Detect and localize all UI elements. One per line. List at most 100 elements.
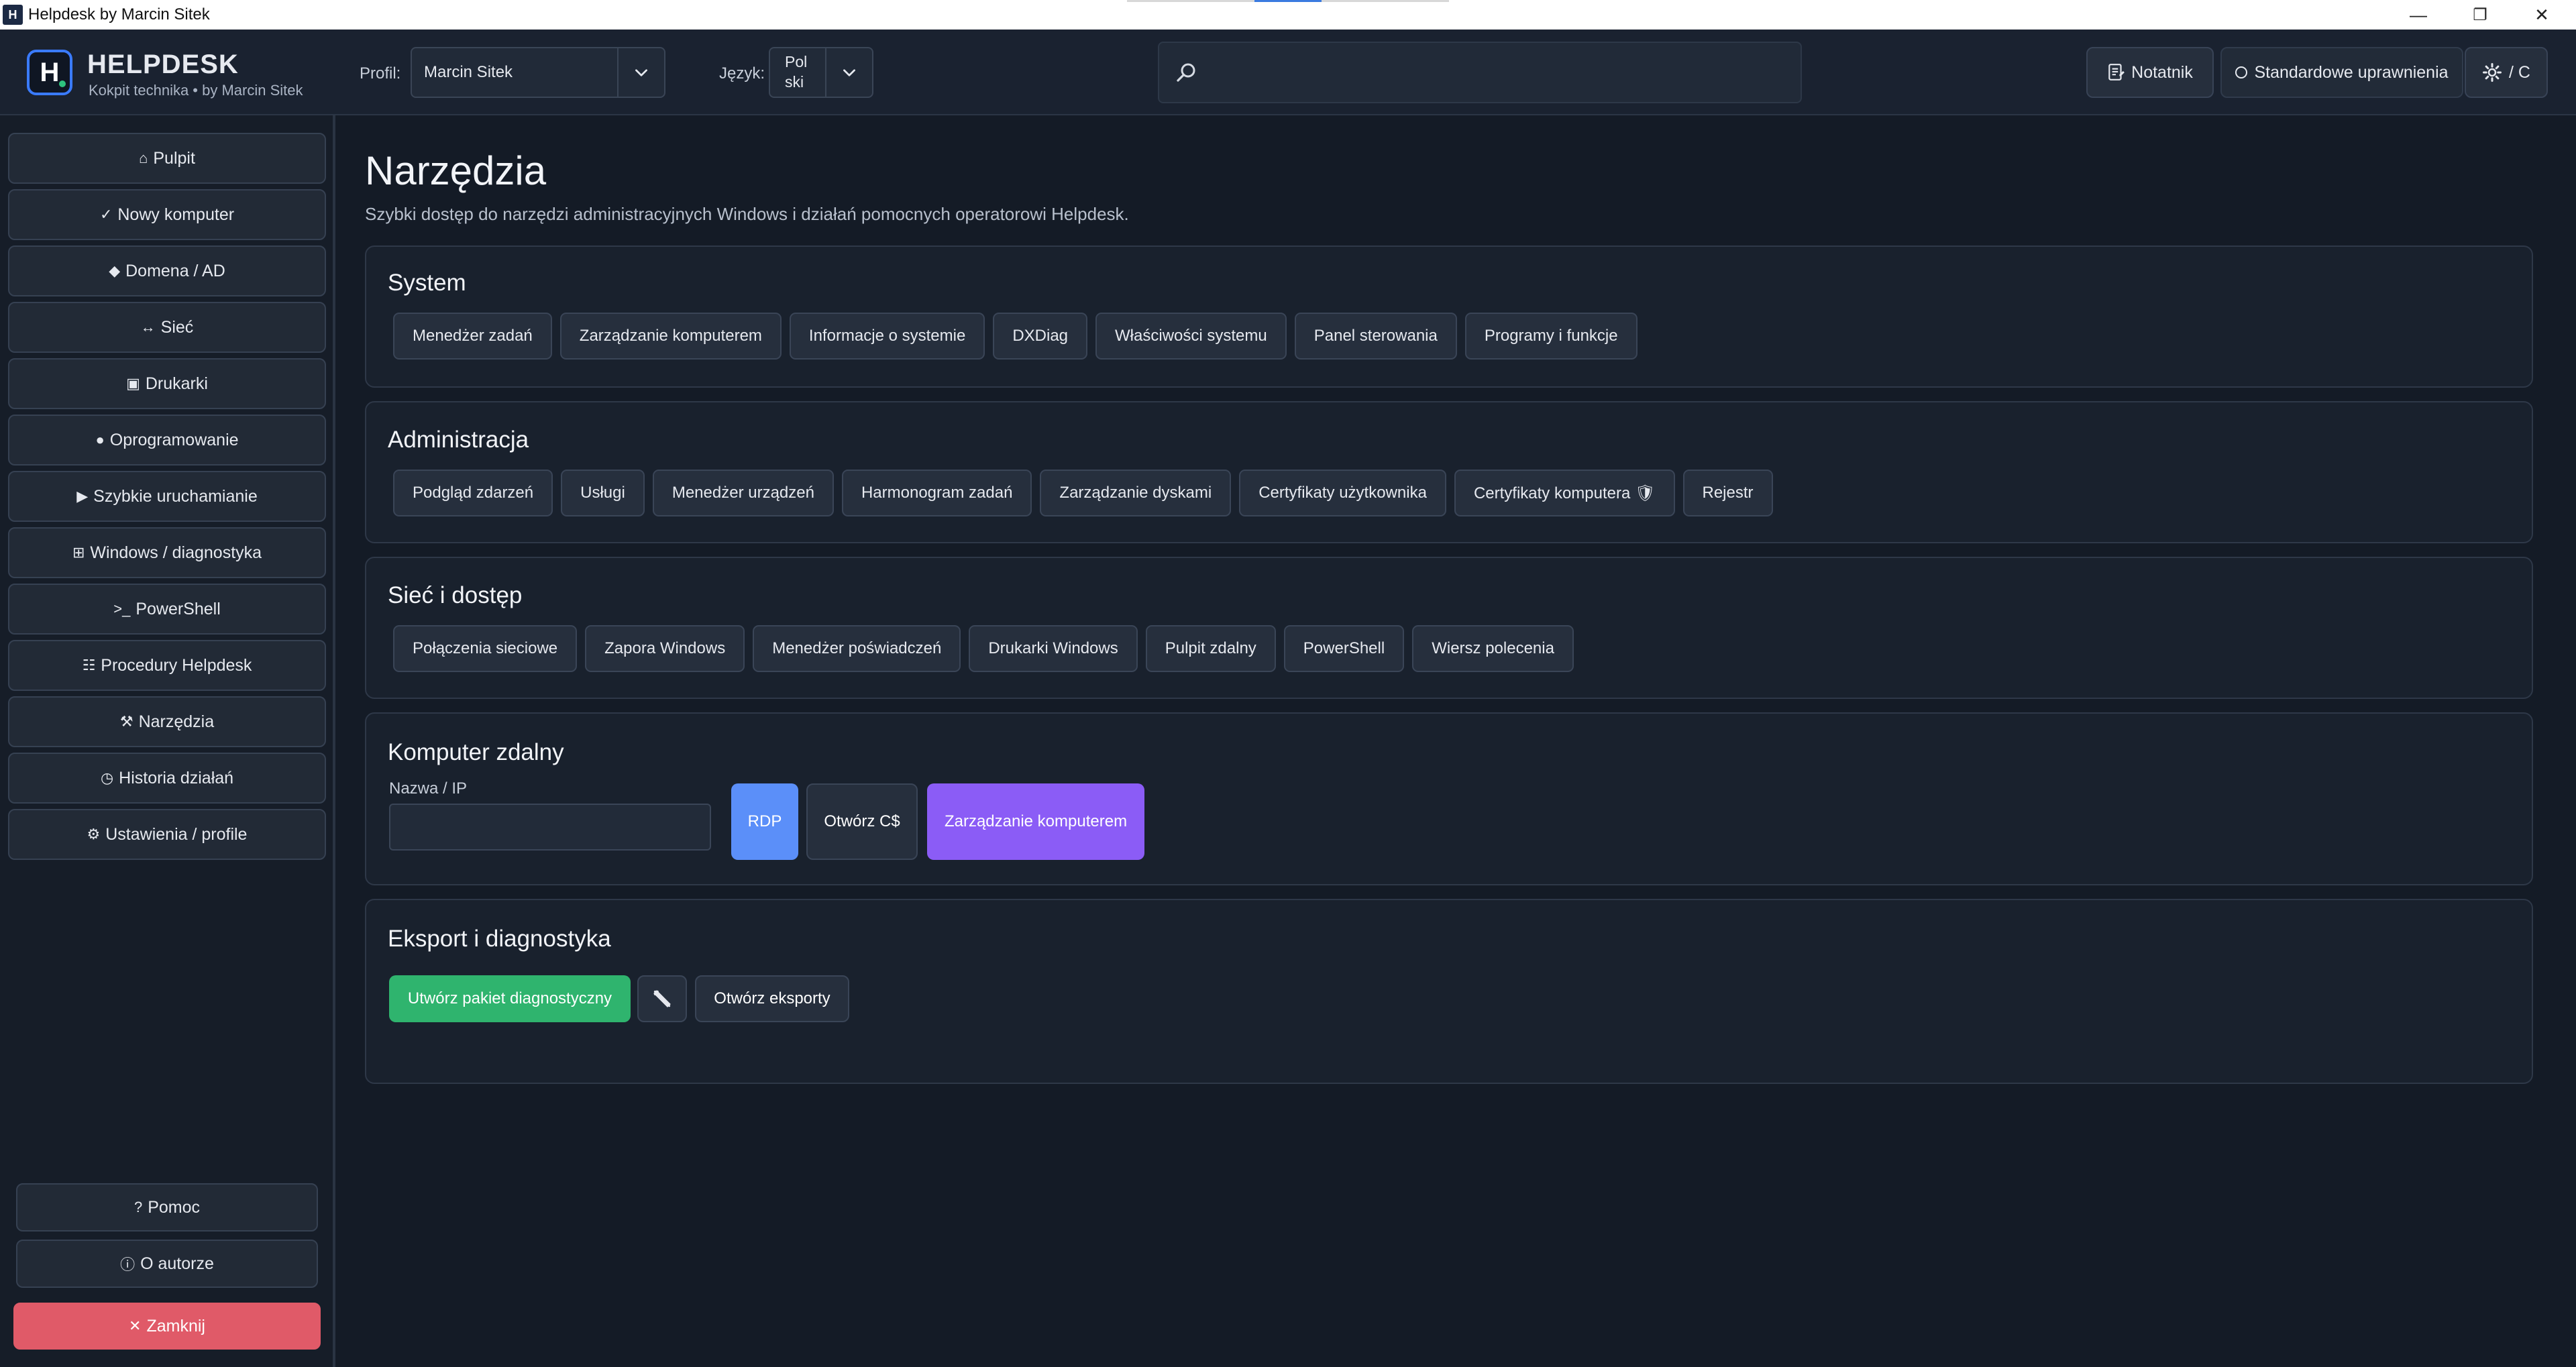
pencil-icon — [653, 990, 671, 1007]
theme-label: / C — [2509, 62, 2530, 82]
host-input[interactable] — [389, 804, 711, 851]
search-box[interactable] — [1158, 42, 1802, 103]
notepad-button[interactable]: Notatnik — [2086, 47, 2214, 98]
device-manager-button[interactable]: Menedżer urządzeń — [652, 470, 834, 516]
arrows-icon: ↔ — [140, 319, 156, 335]
sidebar-item-new-computer[interactable]: ✓ Nowy komputer — [8, 189, 326, 240]
sidebar-item-quick-launch[interactable]: ▶ Szybkie uruchamianie — [8, 471, 326, 522]
brand-title: HELPDESK — [87, 50, 239, 79]
gear-icon: ⚙ — [87, 826, 101, 842]
gear-icon — [2483, 63, 2502, 82]
chevron-down-icon — [825, 48, 872, 97]
host-field-label: Nazwa / IP — [389, 779, 468, 798]
app-icon: H — [3, 5, 23, 25]
section-title: Komputer zdalny — [388, 739, 564, 765]
task-scheduler-button[interactable]: Harmonogram zadań — [841, 470, 1032, 516]
info-icon: ⓘ — [120, 1256, 136, 1273]
rdp-button[interactable]: RDP — [731, 783, 798, 860]
play-icon: ▶ — [76, 488, 89, 504]
section-title: Sieć i dostęp — [388, 582, 523, 608]
profile-value: Marcin Sitek — [424, 63, 513, 82]
diamond-icon: ◆ — [109, 262, 121, 279]
window-title: Helpdesk by Marcin Sitek — [28, 5, 210, 23]
windows-firewall-button[interactable]: Zapora Windows — [585, 625, 745, 672]
services-button[interactable]: Usługi — [561, 470, 645, 516]
page-subtitle: Szybki dostęp do narzędzi administracyjn… — [365, 204, 1129, 224]
circle-icon — [2235, 66, 2248, 78]
create-diagnostic-package-button[interactable]: Utwórz pakiet diagnostyczny — [389, 975, 631, 1022]
notepad-label: Notatnik — [2131, 62, 2193, 82]
computer-management-button[interactable]: Zarządzanie komputerem — [559, 313, 782, 360]
sidebar-item-procedures[interactable]: ☷ Procedury Helpdesk — [8, 640, 326, 691]
dot-icon: ● — [95, 431, 105, 448]
sidebar-item-tools[interactable]: ⚒ Narzędzia — [8, 696, 326, 747]
permissions-label: Standardowe uprawnienia — [2254, 62, 2449, 82]
sidebar-item-pulpit[interactable]: ⌂ Pulpit — [8, 133, 326, 184]
chevron-down-icon — [617, 48, 664, 97]
language-label: Język: — [719, 64, 765, 83]
language-value: Pol ski — [785, 53, 808, 91]
powershell-button[interactable]: PowerShell — [1283, 625, 1405, 672]
search-input[interactable] — [1206, 50, 1783, 95]
edit-button[interactable] — [637, 975, 687, 1022]
sidebar-item-software[interactable]: ● Oprogramowanie — [8, 415, 326, 466]
profile-select[interactable]: Marcin Sitek — [411, 47, 665, 98]
minimize-button[interactable]: — — [2388, 0, 2449, 30]
sidebar-item-domain[interactable]: ◆ Domena / AD — [8, 245, 326, 296]
window-titlebar: H Helpdesk by Marcin Sitek — ❐ ✕ — [0, 0, 2576, 30]
sidebar-item-history[interactable]: ◷ Historia działań — [8, 753, 326, 804]
section-title: System — [388, 270, 466, 296]
command-prompt-button[interactable]: Wiersz polecenia — [1412, 625, 1574, 672]
sidebar-item-windows-diagnostics[interactable]: ⊞ Windows / diagnostyka — [8, 527, 326, 578]
exit-button[interactable]: ✕ Zamknij — [13, 1303, 321, 1350]
close-icon: ✕ — [129, 1317, 142, 1334]
check-icon: ✓ — [99, 206, 113, 223]
page-title: Narzędzia — [365, 148, 547, 193]
network-connections-button[interactable]: Połączenia sieciowe — [393, 625, 578, 672]
remote-desktop-button[interactable]: Pulpit zdalny — [1145, 625, 1276, 672]
brand-subtitle: Kokpit technika • by Marcin Sitek — [89, 82, 303, 99]
notepad-icon — [2108, 64, 2125, 80]
user-certificates-button[interactable]: Certyfikaty użytkownika — [1239, 470, 1446, 516]
sidebar-item-powershell[interactable]: >_ PowerShell — [8, 584, 326, 635]
credential-manager-button[interactable]: Menedżer poświadczeń — [753, 625, 961, 672]
section-remote-computer: Komputer zdalny Nazwa / IP RDP Otwórz C$… — [365, 712, 2533, 885]
language-select[interactable]: Pol ski — [769, 47, 873, 98]
open-c-share-button[interactable]: Otwórz C$ — [806, 783, 918, 860]
task-manager-button[interactable]: Menedżer zadań — [393, 313, 552, 360]
remote-computer-management-button[interactable]: Zarządzanie komputerem — [927, 783, 1144, 860]
about-button[interactable]: ⓘ O autorze — [16, 1240, 318, 1288]
sidebar-item-network[interactable]: ↔ Sieć — [8, 302, 326, 353]
list-icon: ☷ — [82, 657, 96, 673]
section-system: System Menedżer zadań Zarządzanie komput… — [365, 245, 2533, 388]
tools-icon: ⚒ — [119, 713, 133, 730]
printer-icon: ▣ — [126, 375, 140, 392]
control-panel-button[interactable]: Panel sterowania — [1294, 313, 1457, 360]
sidebar-item-printers[interactable]: ▣ Drukarki — [8, 358, 326, 409]
clock-icon: ◷ — [100, 769, 114, 786]
restore-button[interactable]: ❐ — [2450, 0, 2510, 30]
computer-certificates-button[interactable]: Certyfikaty komputera 🛡 — [1454, 470, 1675, 516]
close-window-button[interactable]: ✕ — [2512, 0, 2572, 30]
dxdiag-button[interactable]: DXDiag — [993, 313, 1088, 360]
windows-icon: ⊞ — [72, 544, 85, 561]
open-exports-button[interactable]: Otwórz eksporty — [695, 975, 849, 1022]
home-icon: ⌂ — [139, 150, 148, 166]
event-viewer-button[interactable]: Podgląd zdarzeń — [393, 470, 553, 516]
help-icon: ? — [133, 1199, 143, 1215]
section-export-diagnostics: Eksport i diagnostyka Utwórz pakiet diag… — [365, 899, 2533, 1084]
search-icon — [1177, 63, 1195, 82]
programs-features-button[interactable]: Programy i funkcje — [1464, 313, 1638, 360]
terminal-icon: >_ — [113, 600, 131, 617]
windows-printers-button[interactable]: Drukarki Windows — [969, 625, 1138, 672]
title-progress-strip — [1127, 0, 1449, 2]
registry-button[interactable]: Rejestr — [1682, 470, 1773, 516]
section-administration: Administracja Podgląd zdarzeń Usługi Men… — [365, 401, 2533, 543]
profile-label: Profil: — [360, 64, 401, 83]
sidebar-item-settings[interactable]: ⚙ Ustawienia / profile — [8, 809, 326, 860]
help-button[interactable]: ? Pomoc — [16, 1183, 318, 1232]
system-properties-button[interactable]: Właściwości systemu — [1095, 313, 1287, 360]
disk-management-button[interactable]: Zarządzanie dyskami — [1040, 470, 1232, 516]
theme-button[interactable]: / C — [2465, 47, 2548, 98]
system-info-button[interactable]: Informacje o systemie — [789, 313, 985, 360]
